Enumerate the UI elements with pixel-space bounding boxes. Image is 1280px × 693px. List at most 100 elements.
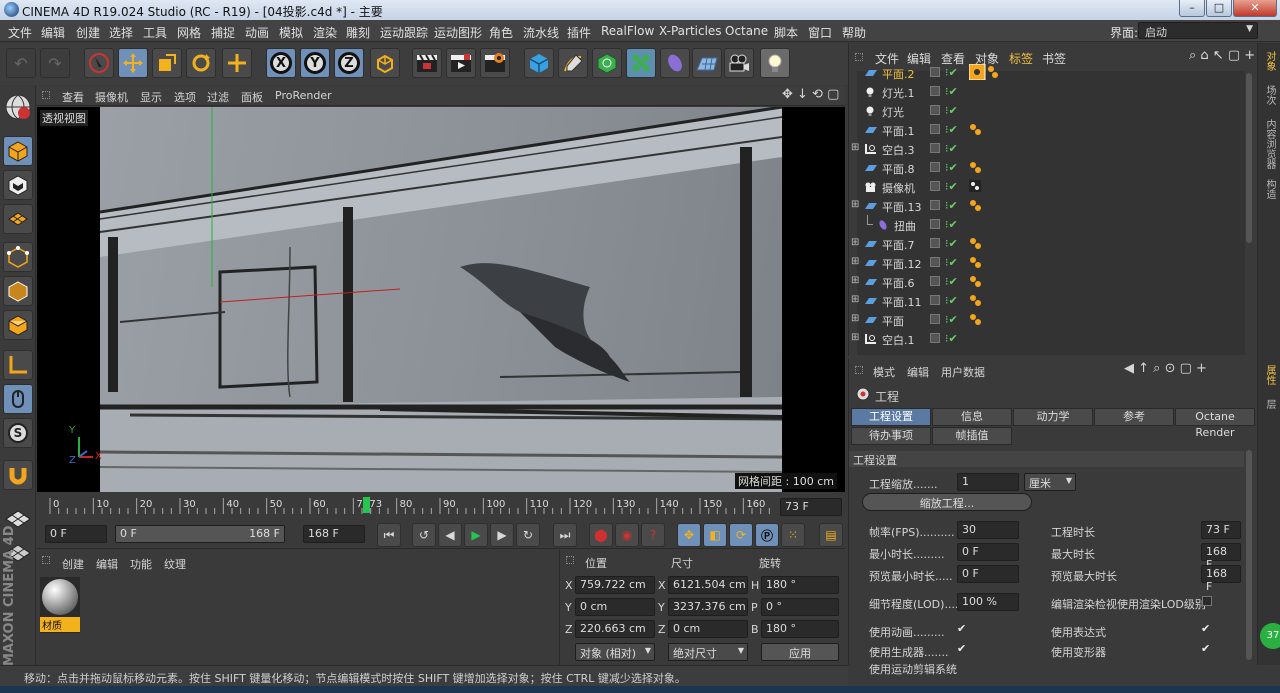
object-row[interactable]: 平面.2 ⁝✔ — [857, 63, 1247, 82]
phong-tag-icon[interactable] — [969, 294, 995, 306]
rotation-h-field[interactable]: 180 ° — [761, 576, 839, 594]
size-x-field[interactable]: 6121.504 cm — [668, 576, 748, 594]
scene-render[interactable] — [99, 107, 783, 492]
axis-mode-button[interactable] — [3, 350, 33, 380]
tab-todo[interactable]: 待办事项 — [851, 427, 931, 445]
object-row[interactable]: ⊞ 平面.7 ⁝✔ — [851, 234, 1247, 253]
min-time-field[interactable]: 0 F — [957, 543, 1019, 561]
tab-reference[interactable]: 参考 — [1094, 408, 1174, 426]
material-swatch[interactable]: 材质 — [40, 577, 80, 633]
preview-range-slider[interactable]: 0 F 168 F — [115, 525, 285, 543]
key-rotation-button[interactable]: ⟳ — [729, 523, 753, 547]
menu-pipeline[interactable]: 流水线 — [523, 24, 559, 41]
menu-motion-tracking[interactable]: 运动跟踪 — [380, 24, 428, 41]
attr-nav-icons[interactable]: ◀ ↑ ⌕ ⊙ ▢ + — [1124, 361, 1207, 376]
viewport-menu-options[interactable]: 选项 — [174, 89, 196, 105]
rotation-b-field[interactable]: 180 ° — [761, 620, 839, 638]
timeline-ruler[interactable]: 0102030405060707380901001101201301401501… — [37, 492, 845, 518]
object-row[interactable]: ⊞ 空白.3 ⁝✔ — [851, 139, 1247, 158]
material-menu-edit[interactable]: 编辑 — [96, 556, 118, 572]
layer-box[interactable] — [930, 238, 940, 248]
menu-tools[interactable]: 工具 — [143, 24, 167, 41]
layer-box[interactable] — [930, 314, 940, 324]
preview-min-field[interactable]: 0 F — [957, 565, 1019, 583]
end-frame-field[interactable]: 168 F — [303, 525, 365, 543]
side-tab-objects[interactable]: 对象 — [1262, 51, 1277, 71]
phong-tag-icon[interactable] — [969, 313, 995, 325]
object-list-scrollbar[interactable] — [1246, 73, 1252, 243]
phong-tag-icon[interactable] — [969, 161, 995, 173]
menu-window[interactable]: 窗口 — [808, 24, 832, 41]
viewport-menu-prorender[interactable]: ProRender — [275, 89, 332, 102]
layer-box[interactable] — [930, 219, 940, 229]
expand-icon[interactable]: ⊞ — [851, 199, 859, 210]
x-axis-button[interactable]: X — [266, 48, 296, 78]
z-axis-button[interactable]: Z — [334, 48, 364, 78]
position-z-field[interactable]: 220.663 cm — [575, 620, 655, 638]
side-tab-content-browser[interactable]: 内容浏览器 — [1262, 119, 1277, 169]
menu-plugins[interactable]: 插件 — [567, 24, 591, 41]
scale-tool-button[interactable] — [152, 48, 182, 78]
maximize-button[interactable]: □ — [1206, 0, 1232, 17]
menu-script[interactable]: 脚本 — [774, 24, 798, 41]
make-editable-button[interactable] — [3, 92, 33, 122]
camera-tag-icon[interactable] — [969, 180, 995, 192]
size-y-field[interactable]: 3237.376 cm — [668, 598, 748, 616]
key-scale-button[interactable]: ◧ — [703, 523, 727, 547]
next-key-button[interactable]: ↻ — [516, 523, 540, 547]
layer-box[interactable] — [930, 143, 940, 153]
attr-menu-edit[interactable]: 编辑 — [907, 364, 929, 380]
expand-icon[interactable]: ⊞ — [851, 256, 859, 267]
visibility-check-icon[interactable]: ⁝✔ — [945, 123, 958, 136]
visibility-check-icon[interactable]: ⁝✔ — [945, 142, 958, 155]
menu-character[interactable]: 角色 — [489, 24, 513, 41]
tab-octane-render[interactable]: Octane Render — [1175, 408, 1255, 439]
tag-icons[interactable] — [968, 63, 998, 81]
phong-tag-icon[interactable] — [969, 237, 995, 249]
layer-box[interactable] — [930, 181, 940, 191]
object-row[interactable]: ⊞ 平面.11 ⁝✔ — [851, 291, 1247, 310]
edges-mode-button[interactable] — [3, 276, 33, 306]
mograph-cloner-button[interactable] — [626, 48, 656, 78]
project-scale-field[interactable]: 1 — [957, 473, 1019, 491]
preview-max-field[interactable]: 168 F — [1201, 565, 1241, 593]
layer-box[interactable] — [930, 105, 940, 115]
menu-sculpt[interactable]: 雕刻 — [346, 24, 370, 41]
cube-button[interactable] — [524, 48, 554, 78]
move-tool-button[interactable] — [118, 48, 148, 78]
apply-button[interactable]: 应用 — [761, 643, 839, 661]
key-param-button[interactable]: Ⓟ — [755, 523, 779, 547]
use-animation-checkbox[interactable]: ✔ — [957, 622, 966, 635]
rotation-p-field[interactable]: 0 ° — [761, 598, 839, 616]
close-button[interactable]: ✕ — [1233, 0, 1277, 17]
timeline-window-button[interactable]: ▤ — [819, 523, 843, 547]
layer-box[interactable] — [930, 333, 940, 343]
menu-file[interactable]: 文件 — [8, 24, 32, 41]
side-tab-takes[interactable]: 场次 — [1262, 85, 1277, 105]
phong-tag-icon[interactable] — [969, 256, 995, 268]
autokey-button[interactable]: ◉ — [615, 523, 639, 547]
visibility-check-icon[interactable]: ⁝✔ — [945, 85, 958, 98]
layer-box[interactable] — [930, 86, 940, 96]
viewport-menu-display[interactable]: 显示 — [140, 89, 162, 105]
position-x-field[interactable]: 759.722 cm — [575, 576, 655, 594]
camera-button[interactable] — [724, 48, 754, 78]
menu-snap[interactable]: 捕捉 — [211, 24, 235, 41]
menu-render[interactable]: 渲染 — [313, 24, 337, 41]
viewport-menu-camera[interactable]: 摄像机 — [95, 89, 128, 105]
render-settings-button[interactable] — [480, 48, 510, 78]
prev-frame-button[interactable]: ◀ — [438, 523, 462, 547]
visibility-check-icon[interactable]: ⁝✔ — [945, 199, 958, 212]
phong-tag-icon[interactable] — [969, 199, 995, 211]
expand-icon[interactable]: ⊞ — [851, 313, 859, 324]
menu-mograph[interactable]: 运动图形 — [434, 24, 482, 41]
visibility-check-icon[interactable]: ⁝✔ — [945, 161, 958, 174]
position-y-field[interactable]: 0 cm — [575, 598, 655, 616]
minimize-button[interactable]: – — [1179, 0, 1205, 17]
prev-key-button[interactable]: ↺ — [412, 523, 436, 547]
max-time-field[interactable]: 168 F — [1201, 543, 1241, 571]
viewport-menu-panel[interactable]: 面板 — [241, 89, 263, 105]
object-row[interactable]: ⊞ 平面.12 ⁝✔ — [851, 253, 1247, 272]
coord-mode-select[interactable]: 对象 (相对) ▼ — [575, 643, 655, 661]
tab-frame-interpolation[interactable]: 帧插值 — [932, 427, 1012, 445]
